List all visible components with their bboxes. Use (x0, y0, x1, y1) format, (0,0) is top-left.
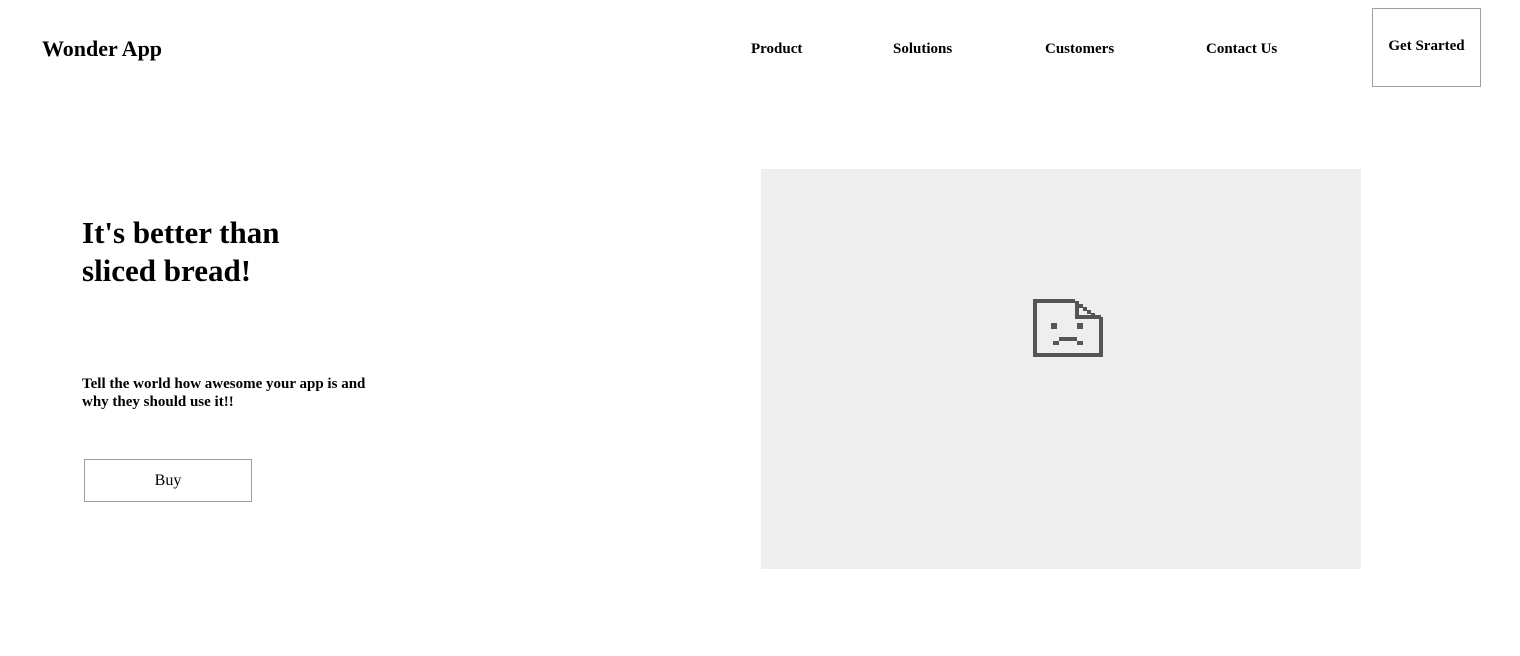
hero-title-line-2: sliced bread! (82, 253, 252, 288)
brand-logo[interactable]: Wonder App (42, 35, 162, 63)
nav-link-customers[interactable]: Customers (1045, 39, 1114, 59)
nav-link-product[interactable]: Product (751, 39, 802, 59)
hero-subtitle-line-2: why they should use it!! (82, 394, 234, 410)
hero-title-line-1: It's better than (82, 215, 280, 250)
landing-page: Wonder App Product Solutions Customers C… (0, 0, 1520, 656)
hero-image-placeholder (761, 169, 1361, 569)
hero-subtitle-line-1: Tell the world how awesome your app is a… (82, 376, 366, 392)
nav-link-contact-us[interactable]: Contact Us (1206, 39, 1277, 59)
buy-button[interactable]: Buy (84, 459, 252, 502)
broken-image-icon (1033, 299, 1103, 357)
nav-link-solutions[interactable]: Solutions (893, 39, 952, 59)
hero-title: It's better than sliced bread! (82, 214, 342, 290)
hero-subtitle: Tell the world how awesome your app is a… (82, 375, 402, 411)
get-started-button[interactable]: Get Srarted (1372, 8, 1481, 87)
